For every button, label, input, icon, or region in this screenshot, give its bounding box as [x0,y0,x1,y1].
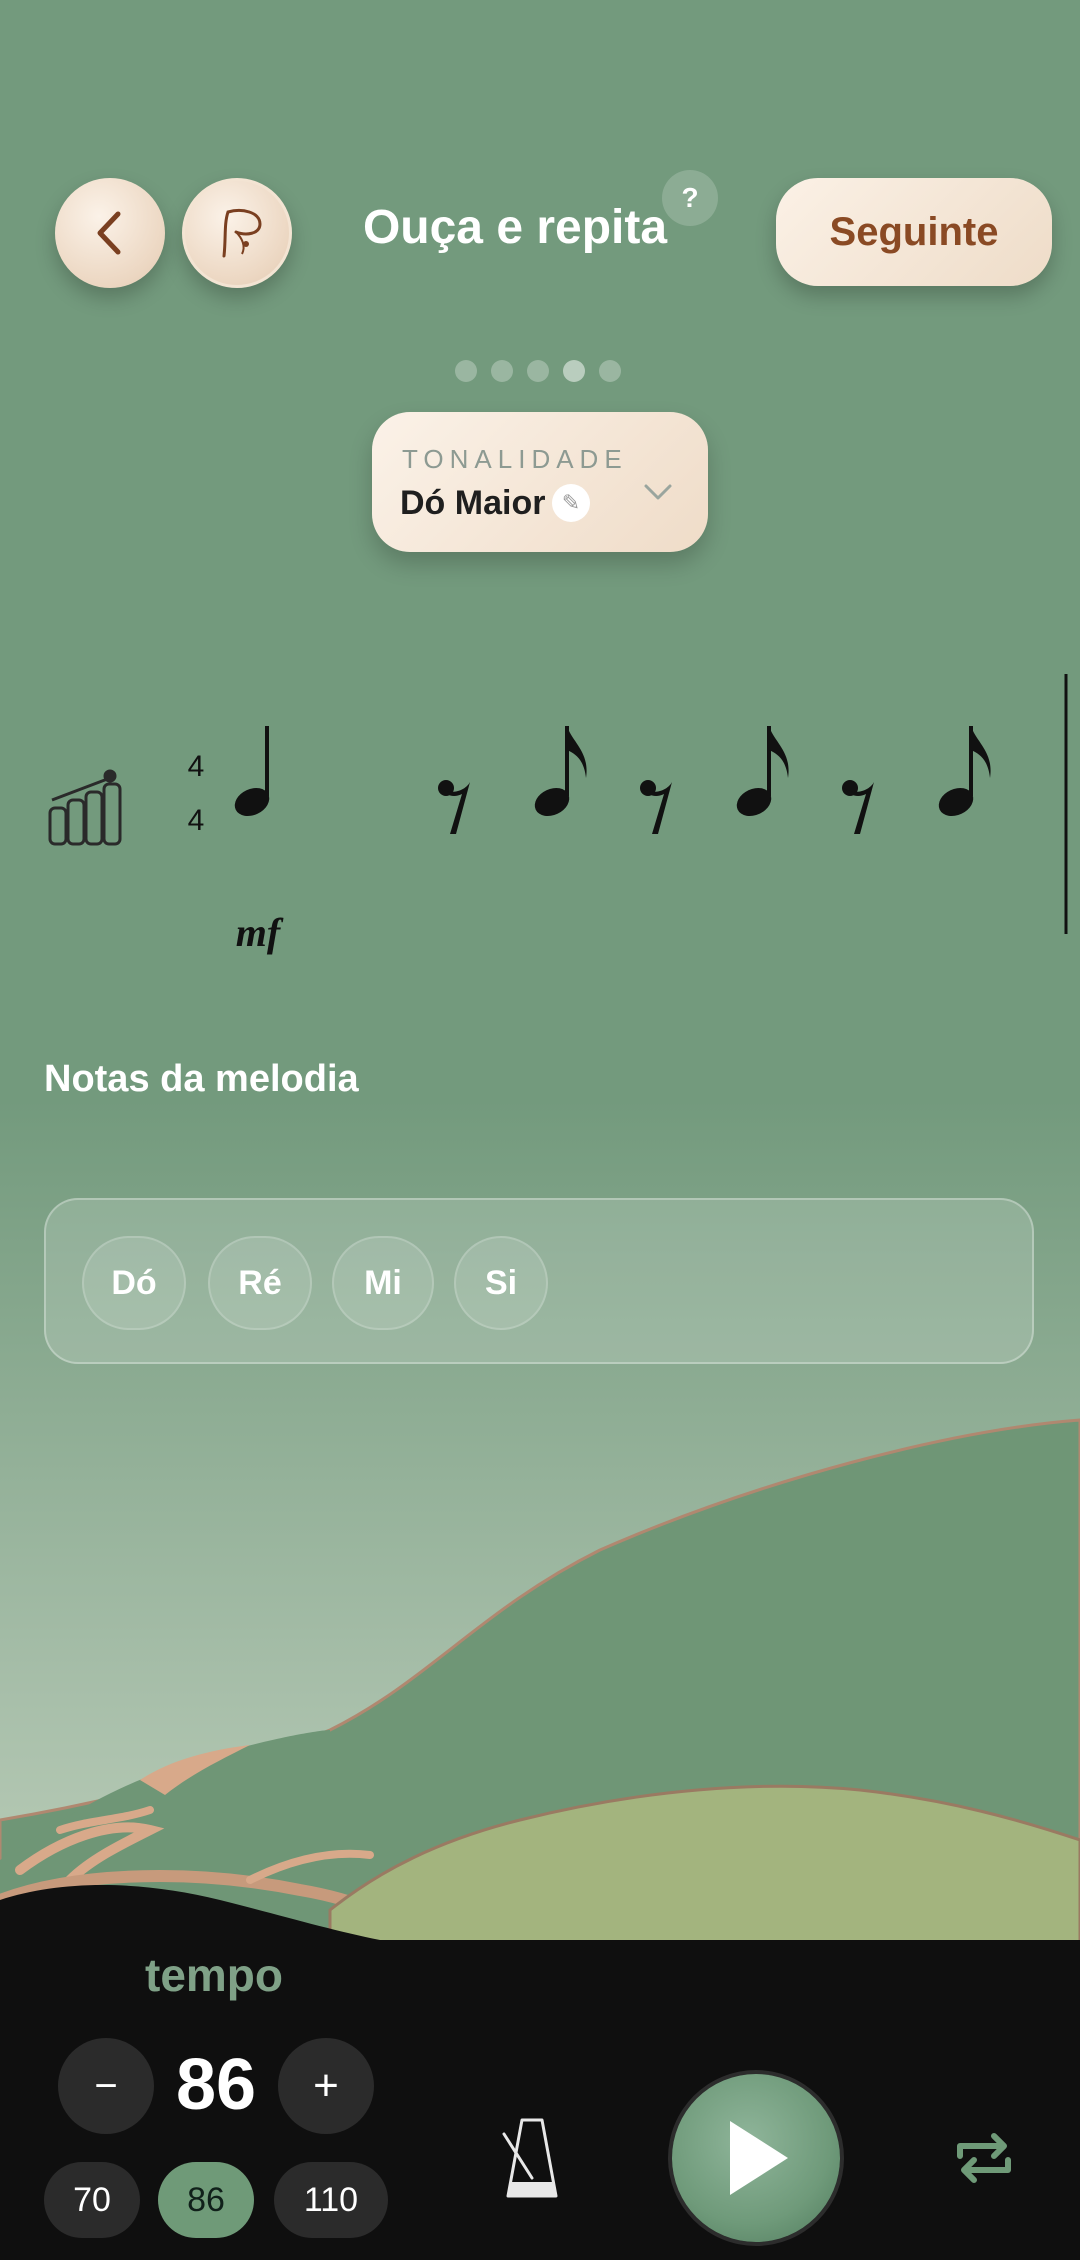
xylophone-icon [48,769,122,846]
chevron-left-icon [97,211,121,255]
tempo-label: tempo [145,1949,283,2001]
step-indicator [455,360,621,382]
step-dot [455,360,477,382]
eighth-note [938,726,991,817]
note-chip-re[interactable]: Ré [208,1236,312,1330]
key-selector[interactable]: TONALIDADE Dó Maior ✎ [372,412,708,552]
help-button[interactable]: ? [662,170,718,226]
tempo-preset-70[interactable]: 70 [44,2162,140,2238]
app-screen: Ouça e repita ? Seguinte TONALIDADE Dó M… [0,0,1080,2260]
step-dot [527,360,549,382]
play-button[interactable] [672,2074,840,2242]
repeat-icon[interactable] [952,2126,1016,2190]
eighth-note [534,726,587,817]
note-chip-mi[interactable]: Mi [332,1236,434,1330]
quarter-note [234,726,270,817]
play-icon [730,2121,788,2195]
time-signature-bottom: 4 [188,804,205,837]
key-selector-label: TONALIDADE [402,444,628,474]
chevron-down-icon [644,484,672,500]
dynamic-marking: mf [236,910,284,955]
eighth-note [736,726,789,817]
step-dot-active [563,360,585,382]
music-score: 4 4 mf [48,674,1068,955]
eighth-rest [640,780,672,834]
tempo-preset-86[interactable]: 86 [158,2162,254,2238]
note-chip-do[interactable]: Dó [82,1236,186,1330]
app-logo-button[interactable] [182,178,292,288]
eighth-rest [842,780,874,834]
pencil-icon[interactable]: ✎ [552,484,590,522]
note-chip-si[interactable]: Si [454,1236,548,1330]
key-selector-value: Dó Maior [400,484,546,522]
page-title: Ouça e repita [362,201,668,254]
step-dot [599,360,621,382]
step-dot [491,360,513,382]
melody-notes-panel: Dó Ré Mi Si [44,1198,1034,1364]
app-logo-icon [222,209,262,258]
back-button[interactable] [55,178,165,288]
next-button[interactable]: Seguinte [776,178,1052,286]
time-signature-top: 4 [188,750,205,783]
landscape-illustration [0,1418,1080,1960]
eighth-rest [438,780,470,834]
tempo-preset-110[interactable]: 110 [274,2162,388,2238]
metronome-icon[interactable] [496,2112,568,2202]
tempo-value: 86 [175,2045,257,2125]
tempo-decrease-button[interactable]: − [58,2038,154,2134]
melody-notes-title: Notas da melodia [44,1058,359,1100]
tempo-increase-button[interactable]: + [278,2038,374,2134]
